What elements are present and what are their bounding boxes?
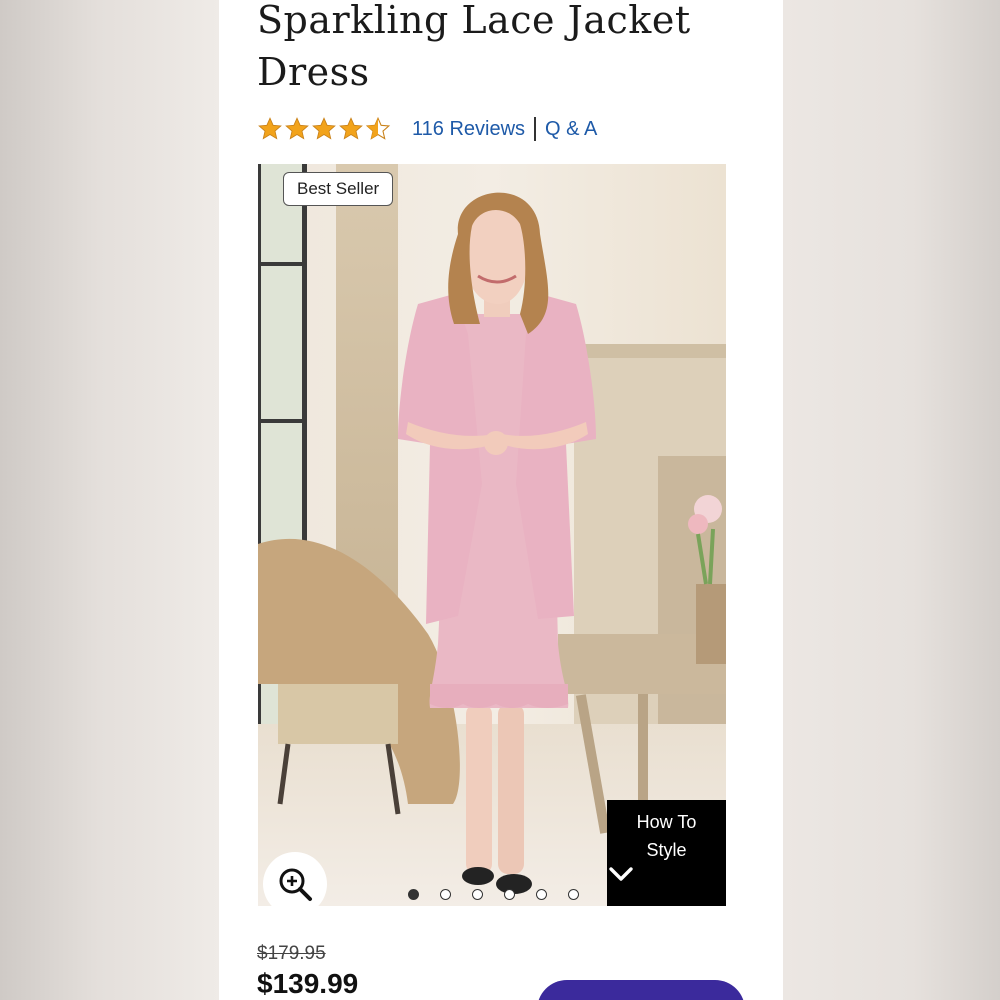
- star-icon: [312, 117, 336, 140]
- best-seller-badge: Best Seller: [283, 172, 394, 206]
- carousel-dot[interactable]: [440, 889, 451, 900]
- carousel-dot[interactable]: [408, 889, 419, 900]
- background-left: [0, 0, 219, 1000]
- original-price: $179.95: [257, 943, 326, 964]
- star-icon: [285, 117, 309, 140]
- carousel-dot[interactable]: [568, 889, 579, 900]
- carousel-dot[interactable]: [536, 889, 547, 900]
- sale-price: $139.99: [257, 968, 359, 999]
- how-to-style-label: How To Style: [636, 812, 697, 860]
- rating-row: 116 Reviews Q & A: [257, 114, 597, 144]
- add-to-bag-button[interactable]: [537, 980, 745, 1000]
- reviews-link[interactable]: 116 Reviews: [412, 118, 525, 141]
- star-icon: [339, 117, 363, 140]
- qa-link[interactable]: Q & A: [545, 118, 597, 141]
- carousel-dot[interactable]: [504, 889, 515, 900]
- how-to-style-button[interactable]: How To Style: [607, 800, 726, 906]
- carousel-dots: [408, 889, 579, 900]
- star-icon: [258, 117, 282, 140]
- star-half-icon: [365, 116, 391, 140]
- product-image[interactable]: Best Seller How To Style: [258, 164, 726, 906]
- zoom-in-icon: [279, 868, 312, 901]
- product-title: Sparkling Lace Jacket Dress: [257, 0, 691, 94]
- carousel-dot[interactable]: [472, 889, 483, 900]
- divider: [534, 117, 537, 141]
- chevron-down-icon: [609, 867, 633, 881]
- star-rating: [257, 116, 391, 142]
- product-page: Sparkling Lace Jacket Dress 116 Reviews …: [219, 0, 783, 1000]
- model-photo: [258, 164, 726, 906]
- background-right: [783, 0, 1000, 1000]
